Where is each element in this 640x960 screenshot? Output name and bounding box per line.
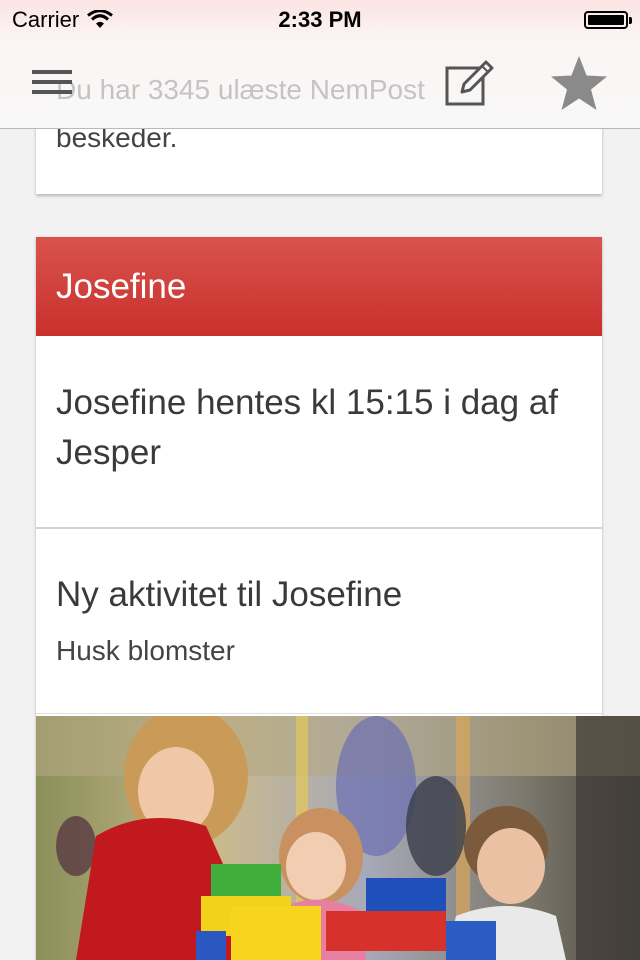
activity-subtitle: Husk blomster (56, 635, 235, 666)
star-icon[interactable] (548, 54, 610, 112)
child-card-header[interactable]: Josefine (36, 237, 602, 336)
content: beskeder. Josefine Josefine hentes kl 15… (0, 0, 640, 960)
list-item-pickup[interactable]: Josefine hentes kl 15:15 i dag af Jesper (36, 336, 602, 529)
menu-icon[interactable] (32, 70, 72, 96)
child-name-title: Josefine (56, 266, 187, 306)
activity-title: Ny aktivitet til Josefine (56, 575, 403, 614)
activity-photo[interactable] (36, 716, 640, 960)
compose-icon[interactable] (444, 58, 494, 108)
status-time: 2:33 PM (278, 7, 362, 32)
pickup-text: Josefine hentes kl 15:15 i dag af Jesper (56, 383, 559, 472)
header-scrolled-text: Du har 3345 ulæste NemPost (56, 74, 425, 105)
battery-icon (584, 11, 632, 29)
status-bar: Carrier 2:33 PM (0, 0, 640, 40)
list-item-activity[interactable]: Ny aktivitet til Josefine Husk blomster (36, 529, 602, 714)
